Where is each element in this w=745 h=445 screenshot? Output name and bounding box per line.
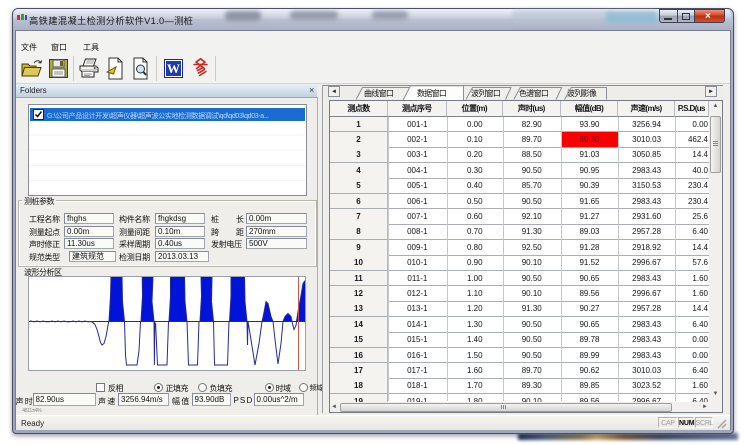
svg-text:W: W xyxy=(167,61,180,76)
